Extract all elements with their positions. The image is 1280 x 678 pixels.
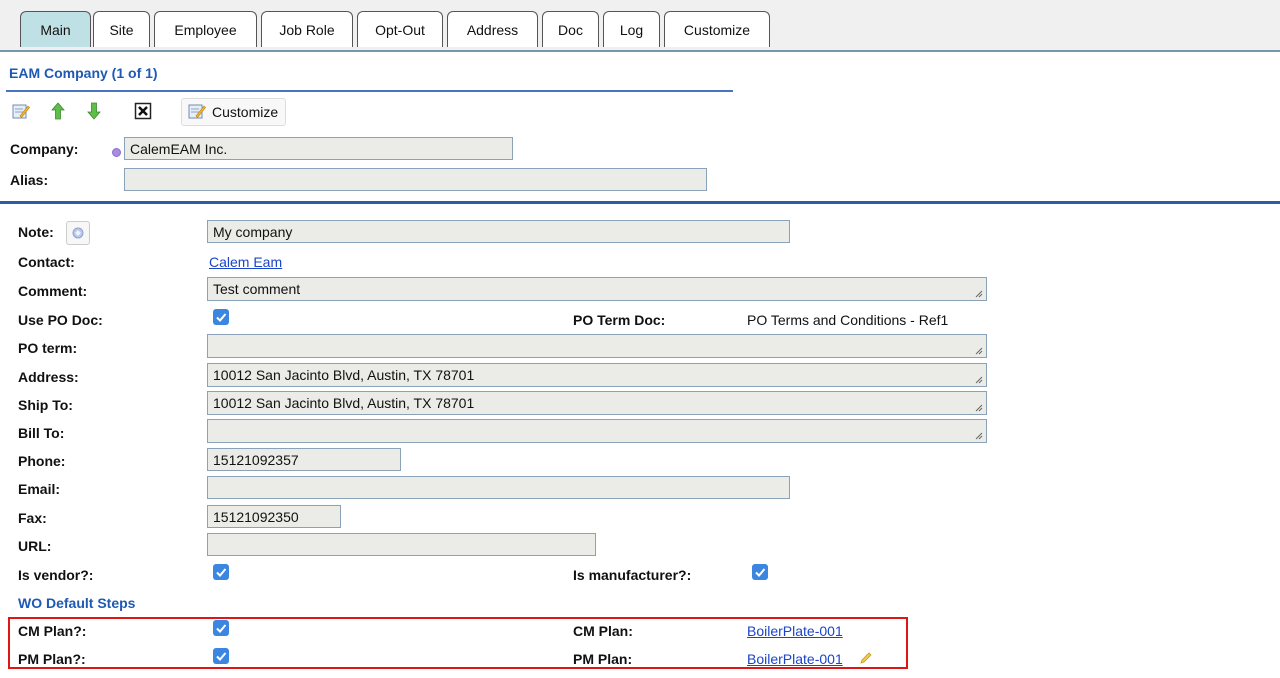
resize-grip-icon[interactable] [973, 345, 983, 355]
tab-employee[interactable]: Employee [154, 11, 257, 47]
email-label: Email: [18, 481, 61, 497]
url-field[interactable] [207, 533, 596, 556]
po-term-doc-value: PO Terms and Conditions - Ref1 [747, 312, 949, 328]
tab-customize[interactable]: Customize [664, 11, 770, 47]
tab-label: Log [619, 21, 644, 38]
po-term-doc-label: PO Term Doc: [573, 312, 666, 328]
customize-label: Customize [212, 104, 279, 120]
check-icon [755, 568, 766, 577]
phone-field[interactable]: 15121092357 [207, 448, 401, 471]
note-info-icon[interactable] [66, 221, 90, 245]
comment-field[interactable]: Test comment [207, 277, 987, 301]
comment-label: Comment: [18, 283, 88, 299]
resize-grip-icon[interactable] [973, 374, 983, 384]
ship-to-label: Ship To: [18, 397, 73, 413]
tab-label: Doc [558, 21, 583, 38]
tab-bar: Main Site Employee Job Role Opt-Out Addr… [0, 8, 1280, 52]
address-field[interactable]: 10012 San Jacinto Blvd, Austin, TX 78701 [207, 363, 987, 387]
customize-button[interactable]: Customize [181, 98, 287, 126]
tab-address[interactable]: Address [447, 11, 538, 47]
fax-field[interactable]: 15121092350 [207, 505, 341, 528]
tab-label: Job Role [279, 21, 335, 38]
section-divider [6, 90, 733, 92]
edit-icon[interactable] [12, 100, 30, 122]
customize-icon [188, 102, 206, 123]
highlight-box [8, 617, 908, 669]
tab-job-role[interactable]: Job Role [261, 11, 353, 47]
contact-label: Contact: [18, 254, 75, 270]
use-po-doc-checkbox[interactable] [213, 309, 229, 325]
address-label: Address: [18, 369, 79, 385]
move-down-icon[interactable] [85, 100, 103, 122]
company-field[interactable]: CalemEAM Inc. [124, 137, 513, 160]
resize-grip-icon[interactable] [973, 402, 983, 412]
top-band [0, 0, 1280, 8]
section-title: EAM Company (1 of 1) [9, 65, 158, 81]
tab-label: Address [466, 21, 519, 38]
main-divider [0, 201, 1280, 204]
tab-opt-out[interactable]: Opt-Out [357, 11, 443, 47]
company-label: Company: [10, 141, 79, 157]
wo-default-steps-heading: WO Default Steps [18, 595, 136, 611]
delete-icon[interactable] [134, 100, 152, 122]
is-vendor-checkbox[interactable] [213, 564, 229, 580]
is-manufacturer-label: Is manufacturer?: [573, 567, 692, 583]
resize-grip-icon[interactable] [973, 288, 983, 298]
tab-main[interactable]: Main [20, 11, 91, 47]
tab-log[interactable]: Log [603, 11, 660, 47]
tab-doc[interactable]: Doc [542, 11, 599, 47]
fax-label: Fax: [18, 510, 47, 526]
resize-grip-icon[interactable] [973, 430, 983, 440]
tab-site[interactable]: Site [93, 11, 150, 47]
contact-link[interactable]: Calem Eam [209, 254, 282, 270]
tab-label: Opt-Out [375, 21, 425, 38]
alias-label: Alias: [10, 172, 49, 188]
tab-label: Site [109, 21, 134, 38]
po-term-field[interactable] [207, 334, 987, 358]
use-po-doc-label: Use PO Doc: [18, 312, 103, 328]
tab-label: Customize [683, 21, 751, 38]
tab-label: Main [40, 21, 71, 38]
tab-label: Employee [174, 21, 237, 38]
is-vendor-label: Is vendor?: [18, 567, 94, 583]
bill-to-label: Bill To: [18, 425, 65, 441]
address-value: 10012 San Jacinto Blvd, Austin, TX 78701 [213, 367, 475, 383]
note-field[interactable]: My company [207, 220, 790, 243]
alias-field[interactable] [124, 168, 707, 191]
comment-value: Test comment [213, 281, 301, 297]
check-icon [216, 313, 227, 322]
bill-to-field[interactable] [207, 419, 987, 443]
phone-label: Phone: [18, 453, 66, 469]
po-term-label: PO term: [18, 340, 78, 356]
email-field[interactable] [207, 476, 790, 499]
check-icon [216, 568, 227, 577]
note-label: Note: [18, 224, 54, 240]
required-indicator [112, 148, 121, 157]
url-label: URL: [18, 538, 52, 554]
ship-to-field[interactable]: 10012 San Jacinto Blvd, Austin, TX 78701 [207, 391, 987, 415]
move-up-icon[interactable] [49, 100, 67, 122]
ship-to-value: 10012 San Jacinto Blvd, Austin, TX 78701 [213, 395, 475, 411]
is-manufacturer-checkbox[interactable] [752, 564, 768, 580]
